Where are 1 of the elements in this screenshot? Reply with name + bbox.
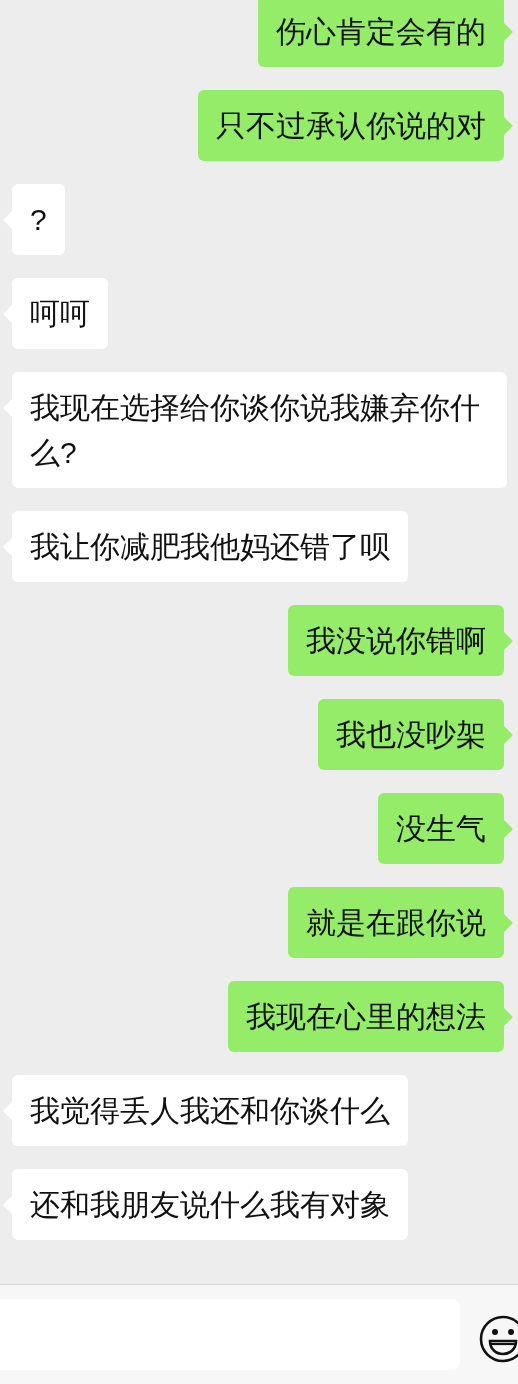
- emoji-icon[interactable]: [478, 1314, 518, 1364]
